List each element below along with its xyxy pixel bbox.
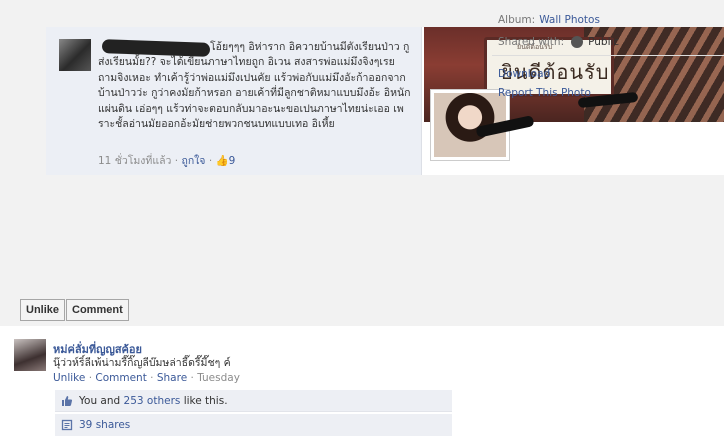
- audience-row: Shared with: Public: [498, 32, 724, 52]
- post-time: 11 ชั่วโมงที่แล้ว: [98, 155, 172, 167]
- photo-actions: Unlike · Comment · Share · Tuesday: [53, 372, 240, 384]
- shares-summary: 39 shares: [55, 414, 452, 436]
- photo-caption: นุ๊ว่วห์ริ์ลีเพ้น่ามรี๊กิ๊ญลีบ๊มษล่าธี๊ด…: [53, 357, 231, 369]
- comment-button[interactable]: Comment: [66, 299, 129, 321]
- report-photo-link[interactable]: Report This Photo: [498, 87, 591, 99]
- photo-action-buttons: Unlike Comment: [20, 299, 129, 321]
- comment-link[interactable]: Comment: [95, 372, 146, 384]
- sidebar-divider: [492, 55, 724, 56]
- post-avatar: [59, 39, 91, 71]
- post-meta: 11 ชั่วโมงที่แล้ว · ถูกใจ · 👍9: [98, 155, 236, 167]
- share-link[interactable]: Share: [157, 372, 187, 384]
- thumbs-up-icon: [62, 396, 73, 406]
- owner-avatar[interactable]: [14, 339, 46, 371]
- photo-viewer: โอ้ยๆๆๆ อิห่าราก อิควายบ้านมีตังเรียนป่า…: [0, 0, 724, 441]
- post-panel: โอ้ยๆๆๆ อิห่าราก อิควายบ้านมีตังเรียนป่า…: [46, 27, 422, 175]
- likes-summary: You and 253 others like this.: [55, 390, 452, 412]
- audience-value[interactable]: Public: [588, 36, 619, 48]
- likes-text: You and 253 others like this.: [79, 395, 228, 407]
- photo-details: หม่ค่ลั่มที่ญญสค้อย นุ๊ว่วห์ริ์ลีเพ้น่าม…: [0, 326, 724, 441]
- share-icon: [61, 419, 73, 431]
- album-row: Album: Wall Photos: [498, 14, 724, 32]
- post-like-count: 9: [228, 155, 236, 167]
- download-link[interactable]: Download: [498, 68, 550, 80]
- shares-link[interactable]: 39 shares: [79, 419, 130, 431]
- unlike-link[interactable]: Unlike: [53, 372, 85, 384]
- album-label: Album:: [498, 14, 536, 26]
- unlike-button[interactable]: Unlike: [20, 299, 66, 321]
- post-like-link: ถูกใจ: [181, 155, 206, 167]
- likes-others-link[interactable]: 253 others: [124, 395, 181, 407]
- photo-sidebar: Album: Wall Photos Shared with: Public: [498, 14, 724, 52]
- album-link[interactable]: Wall Photos: [539, 14, 600, 26]
- thumbs-up-icon: 👍: [215, 155, 229, 167]
- post-text: โอ้ยๆๆๆ อิห่าราก อิควายบ้านมีตังเรียนป่า…: [98, 41, 411, 131]
- post-timestamp[interactable]: Tuesday: [197, 372, 240, 384]
- audience-label: Shared with:: [498, 36, 565, 48]
- globe-icon[interactable]: [571, 36, 584, 48]
